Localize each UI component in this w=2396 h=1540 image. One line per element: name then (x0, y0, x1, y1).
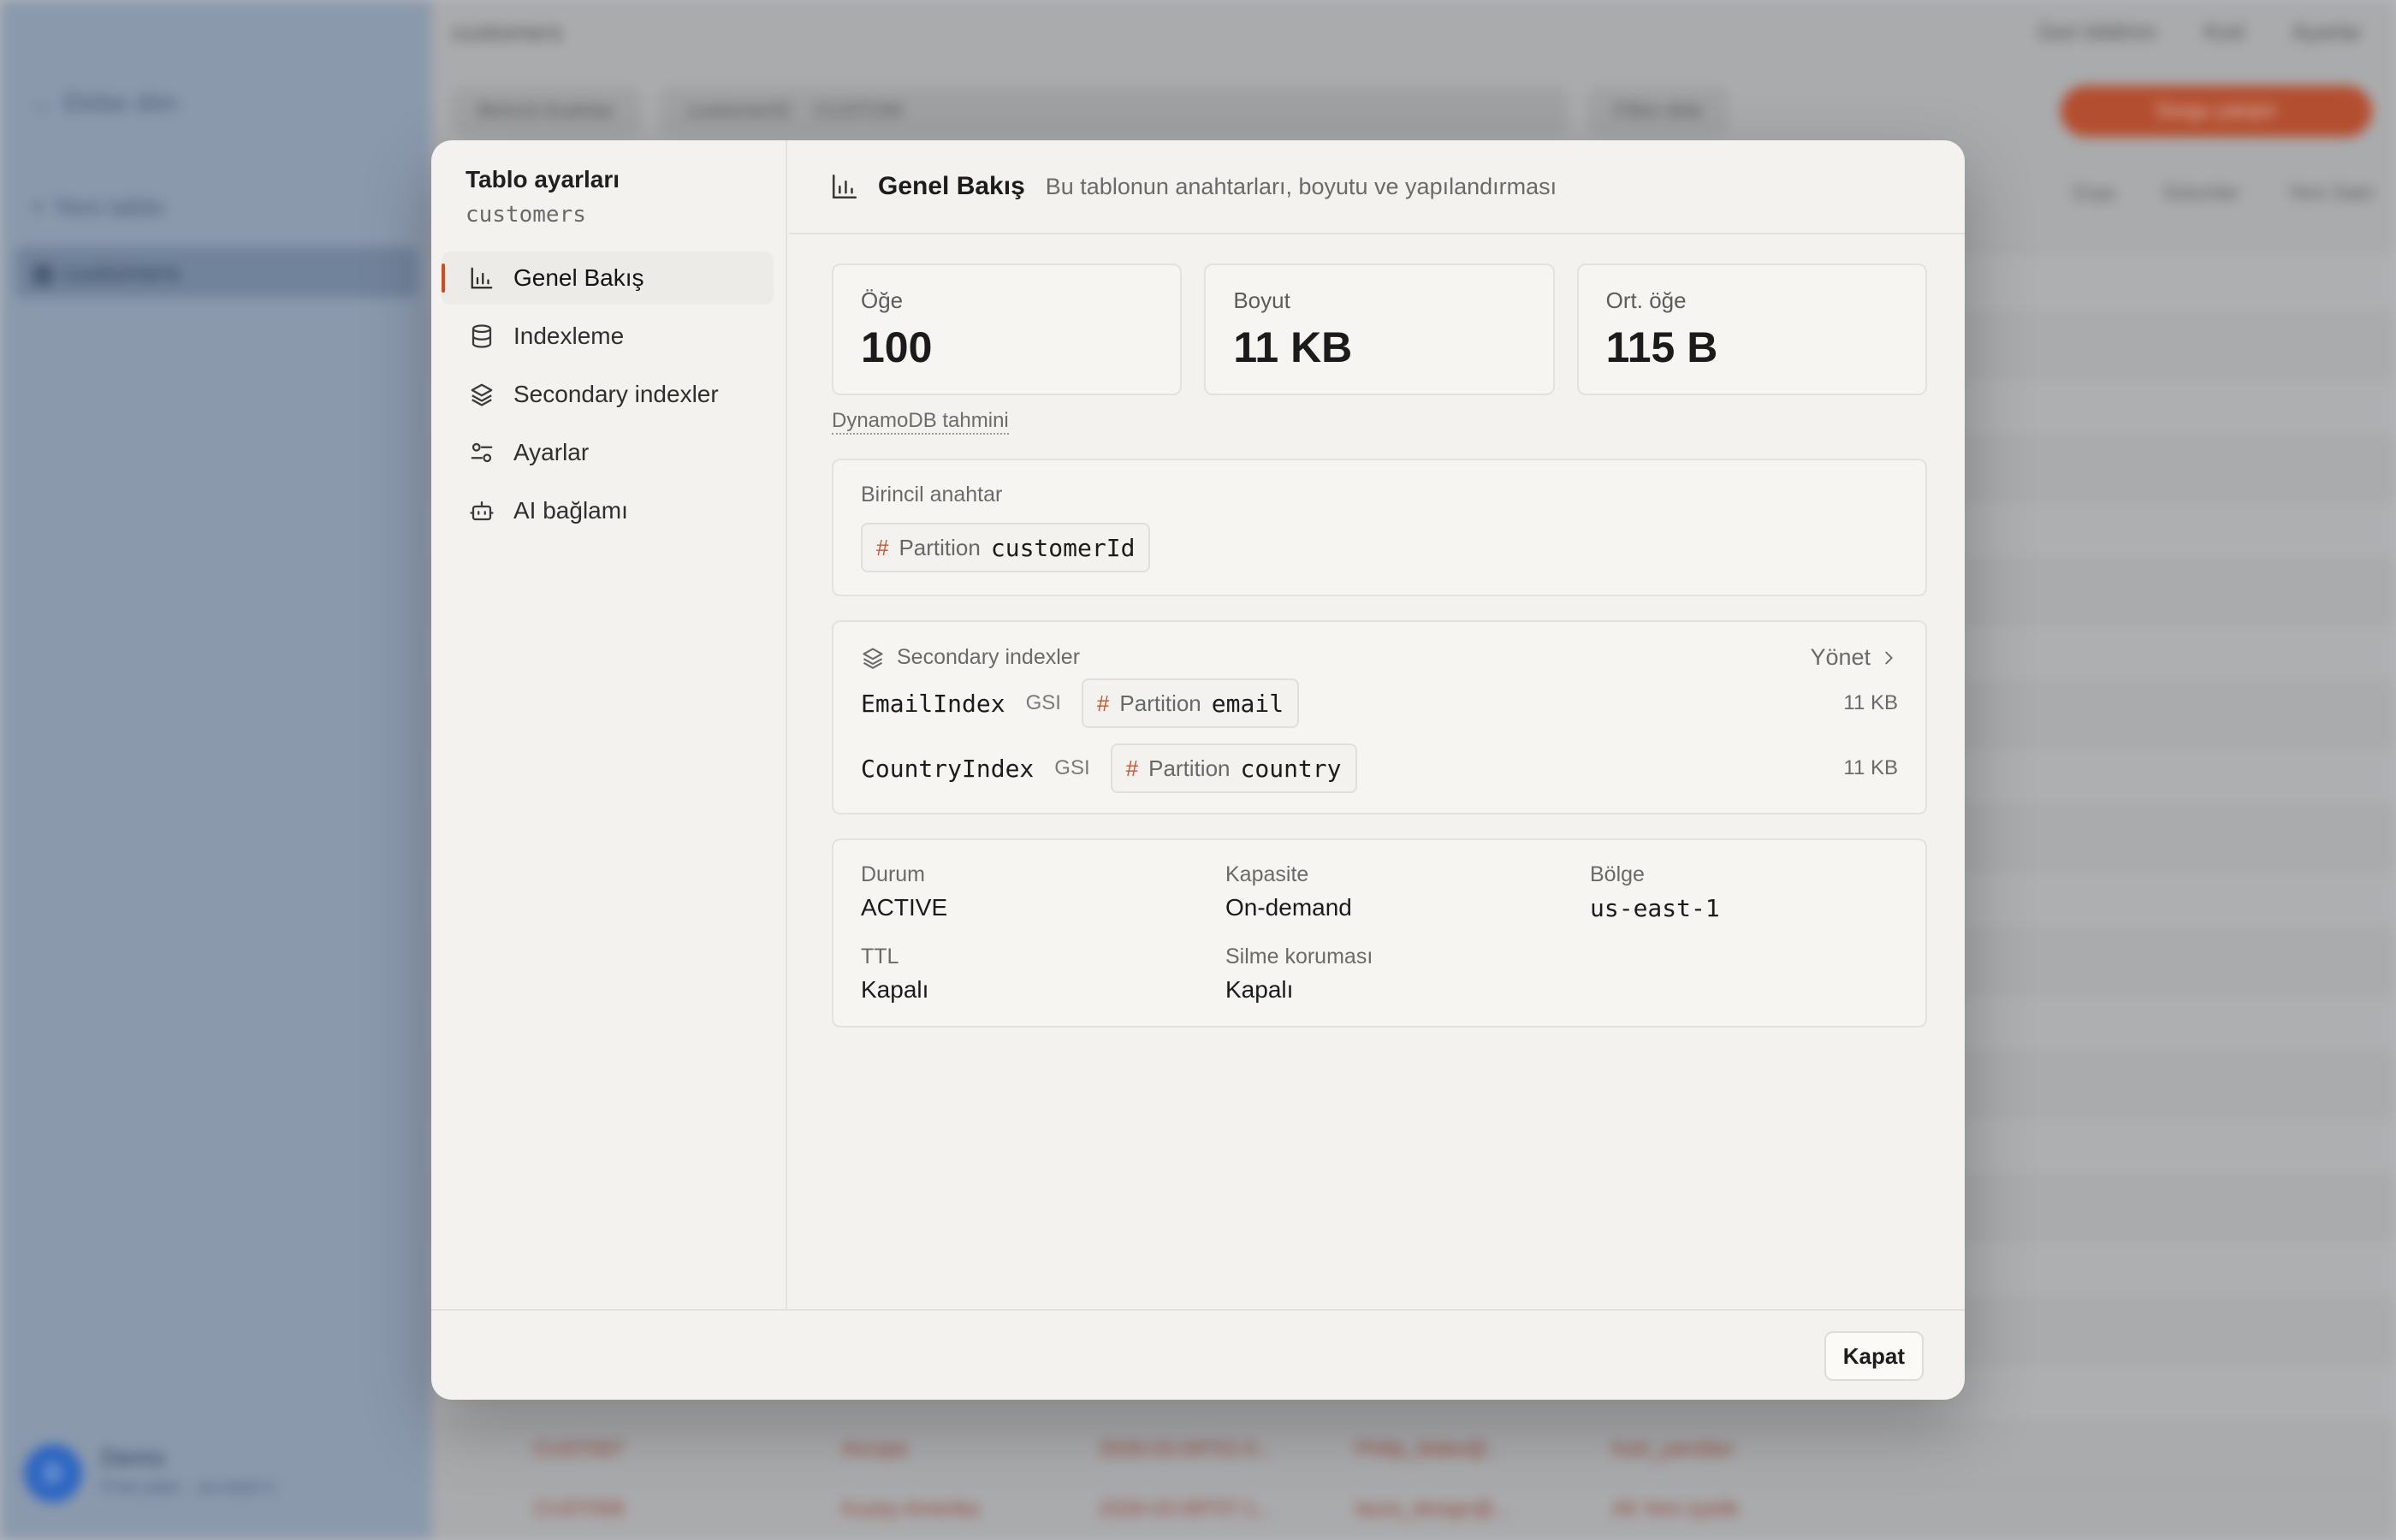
secondary-indexes-card: Secondary indexler Yönet EmailIndex GSI … (832, 620, 1927, 814)
table-properties-card: Durum ACTIVE Kapasite On-demand Bölge us… (832, 838, 1927, 1028)
property-label: TTL (861, 945, 899, 968)
stat-value: 115 B (1605, 323, 1718, 371)
index-kind: GSI (1025, 691, 1061, 714)
property-value: On-demand (1225, 894, 1352, 921)
nav-item-indexing[interactable]: Indexleme (442, 310, 774, 363)
dialog-table-name: customers (466, 202, 586, 228)
nav-item-settings[interactable]: Ayarlar (442, 426, 774, 479)
index-size: 11 KB (1843, 756, 1898, 779)
stat-label: Öğe (861, 287, 904, 313)
primary-key-label: Birincil anahtar (861, 483, 1003, 506)
nav-item-label: AI bağlamı (513, 497, 628, 524)
property-value: us-east-1 (1590, 894, 1720, 922)
primary-key-card: Birincil anahtar # Partition customerId (832, 459, 1927, 596)
primary-key-chip: # Partition customerId (861, 523, 1151, 572)
nav-item-label: Genel Bakış (513, 264, 644, 291)
hash-icon: # (1125, 755, 1139, 781)
nav-item-ai-context[interactable]: AI bağlamı (442, 484, 774, 537)
key-name: email (1211, 689, 1284, 718)
dialog-title: Tablo ayarları (466, 166, 620, 192)
stat-card-avg-item: Ort. öğe 115 B (1576, 264, 1927, 395)
sliders-icon (467, 438, 496, 467)
close-button[interactable]: Kapat (1824, 1331, 1924, 1381)
chevron-right-icon (1885, 651, 1893, 664)
stat-card-size: Boyut 11 KB (1204, 264, 1555, 395)
estimate-note-link[interactable]: DynamoDB tahmini (832, 409, 1009, 435)
stats-row: Öğe 100 Boyut 11 KB Ort. öğe 115 B (832, 264, 1927, 395)
key-type: Partition (1148, 755, 1231, 781)
property-value: Kapalı (1225, 976, 1294, 1003)
index-key-chip: # Partition email (1081, 678, 1300, 728)
bar-chart-icon (832, 174, 857, 199)
panel-header: Genel Bakış Bu tablonun anahtarları, boy… (789, 140, 1965, 234)
nav-item-label: Indexleme (513, 323, 625, 349)
dialog-footer: Kapat (431, 1309, 1965, 1400)
property-value: Kapalı (861, 976, 929, 1003)
stat-label: Ort. öğe (1605, 287, 1687, 313)
property-label: Durum (861, 862, 926, 886)
panel-title: Genel Bakış (878, 172, 1025, 200)
layers-icon (467, 380, 496, 409)
nav-item-overview[interactable]: Genel Bakış (442, 252, 774, 305)
table-settings-dialog: Tablo ayarları customers Genel Bakış Ind… (431, 140, 1965, 1400)
property-region: Bölge us-east-1 (1590, 862, 1898, 922)
index-row: EmailIndex GSI # Partition email 11 KB (861, 671, 1898, 736)
settings-nav: Genel Bakış Indexleme Secondary indexler… (442, 252, 774, 542)
bot-icon (467, 496, 496, 525)
nav-item-label: Secondary indexler (513, 381, 719, 407)
key-type: Partition (898, 534, 981, 560)
property-status: Durum ACTIVE (861, 862, 1225, 922)
property-label: Kapasite (1225, 862, 1309, 886)
index-name: EmailIndex (861, 689, 1005, 718)
property-ttl: TTL Kapalı (861, 945, 1225, 1004)
index-key-chip: # Partition country (1110, 743, 1357, 793)
overview-content: Öğe 100 Boyut 11 KB Ort. öğe 115 B Dynam… (832, 264, 1927, 1028)
index-size: 11 KB (1843, 691, 1898, 714)
key-type: Partition (1119, 690, 1201, 716)
property-deletion-protection: Silme koruması Kapalı (1225, 945, 1590, 1004)
database-icon (467, 322, 496, 351)
index-kind: GSI (1054, 756, 1090, 779)
property-label: Bölge (1590, 862, 1645, 886)
bar-chart-icon (467, 264, 496, 293)
secondary-indexes-header: Secondary indexler Yönet (861, 644, 1898, 671)
settings-sidebar: Tablo ayarları customers Genel Bakış Ind… (431, 140, 787, 1309)
stat-value: 100 (861, 323, 933, 371)
index-name: CountryIndex (861, 754, 1035, 783)
property-capacity: Kapasite On-demand (1225, 862, 1590, 922)
manage-indexes-link[interactable]: Yönet (1810, 644, 1898, 671)
nav-item-label: Ayarlar (513, 439, 590, 465)
properties-grid: Durum ACTIVE Kapasite On-demand Bölge us… (861, 862, 1898, 1004)
secondary-indexes-label: Secondary indexler (897, 645, 1081, 669)
key-name: country (1240, 754, 1342, 783)
layers-icon (863, 647, 883, 669)
panel-description: Bu tablonun anahtarları, boyutu ve yapıl… (1045, 173, 1557, 199)
settings-panel: Genel Bakış Bu tablonun anahtarları, boy… (789, 140, 1965, 1309)
stat-value: 11 KB (1233, 323, 1353, 371)
nav-item-secondary-indexes[interactable]: Secondary indexler (442, 368, 774, 421)
hash-icon: # (1096, 690, 1110, 716)
property-label: Silme koruması (1225, 945, 1373, 968)
stat-label: Boyut (1233, 287, 1290, 313)
key-name: customerId (990, 533, 1136, 562)
index-row: CountryIndex GSI # Partition country 11 … (861, 736, 1898, 801)
property-value: ACTIVE (861, 894, 948, 921)
hash-icon: # (876, 534, 889, 560)
stat-card-items: Öğe 100 (832, 264, 1183, 395)
